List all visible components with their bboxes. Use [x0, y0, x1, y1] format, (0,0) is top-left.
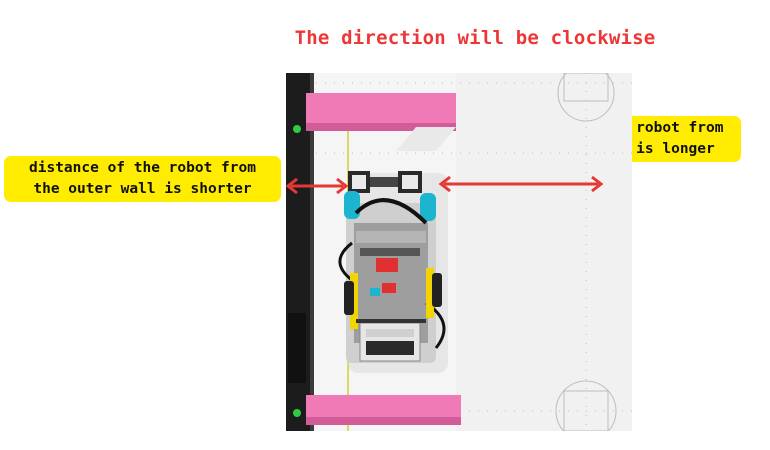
- robot: [338, 171, 448, 373]
- robot-track-photo: [286, 73, 632, 431]
- green-led-bottom: [293, 409, 301, 417]
- inner-distance-arrow: [438, 175, 604, 193]
- outer-distance-arrow: [285, 177, 349, 195]
- outer-wall-label-line2: the outer wall is shorter: [33, 181, 252, 197]
- outer-wall-label-line1: distance of the robot from: [29, 160, 256, 176]
- outer-wall-label: distance of the robot from the outer wal…: [4, 156, 281, 202]
- pink-wall-bottom: [306, 395, 461, 425]
- page-title: The direction will be clockwise: [294, 27, 656, 49]
- green-led-top: [293, 125, 301, 133]
